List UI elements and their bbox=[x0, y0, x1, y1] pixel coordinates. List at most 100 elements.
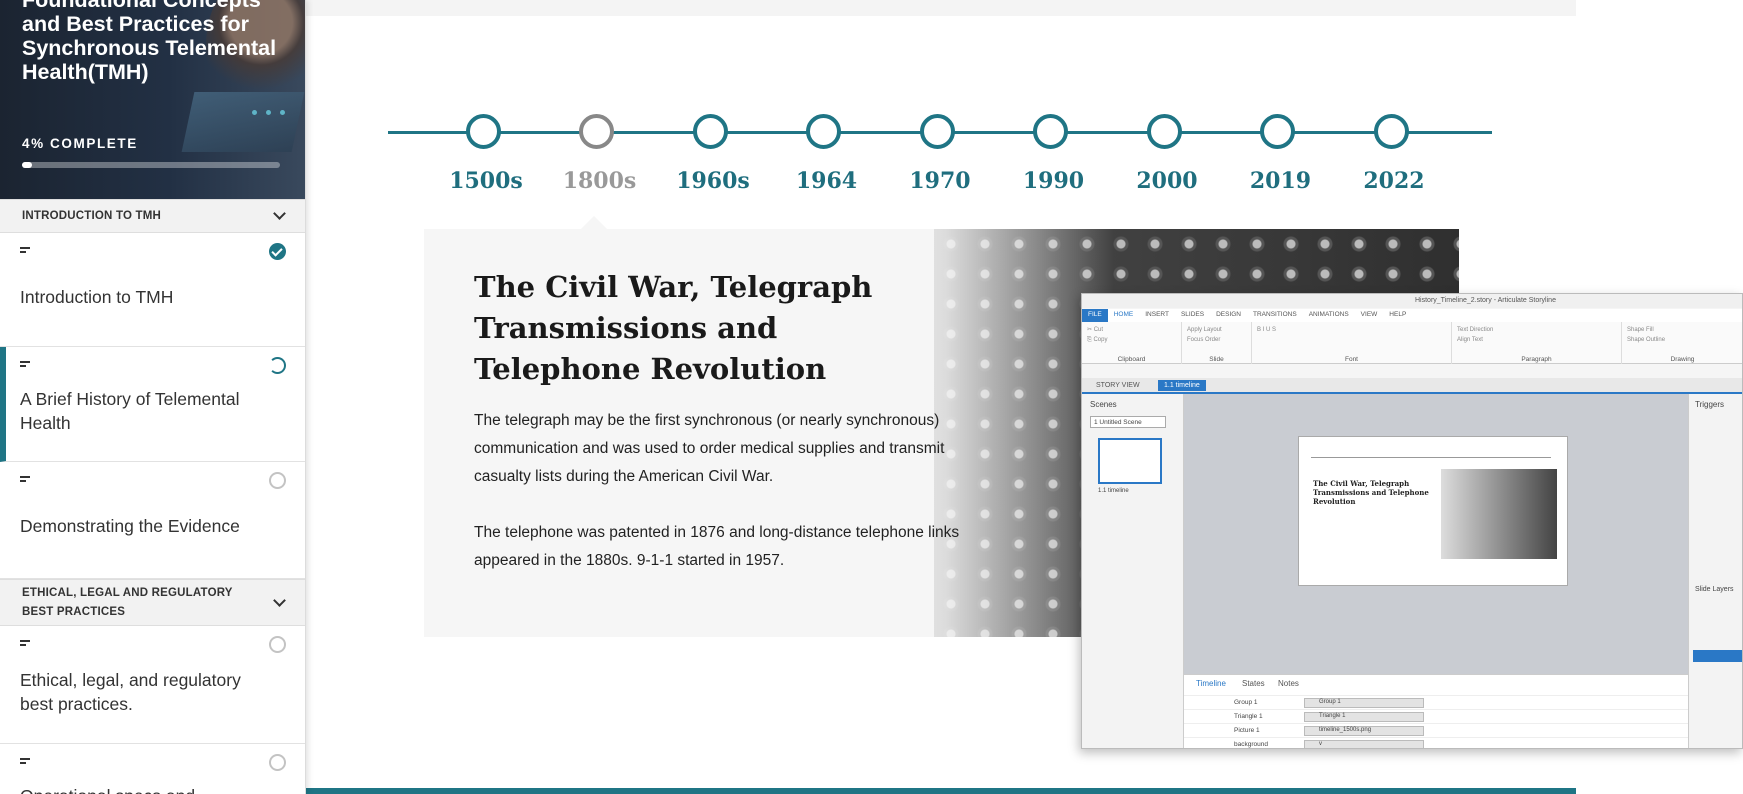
lesson-text-icon bbox=[20, 247, 31, 255]
ribbon-tab: FILE bbox=[1082, 309, 1108, 322]
lesson-text-icon bbox=[20, 640, 31, 648]
ribbon-group-drawing: Shape Fill Shape Outline Drawing bbox=[1622, 322, 1742, 364]
timeline-row: Group 1 Group 1 bbox=[1184, 695, 1688, 710]
card-paragraph-1: The telegraph may be the first synchrono… bbox=[474, 412, 945, 485]
ribbon-tab: TRANSITIONS bbox=[1253, 311, 1297, 318]
lesson-text-icon bbox=[20, 758, 31, 766]
lesson-title: Operational specs and bbox=[20, 784, 270, 794]
timeline-year-label[interactable]: 2019 bbox=[1221, 168, 1341, 194]
storyline-scenes-panel: Scenes 1 Untitled Scene 1.1 timeline bbox=[1082, 394, 1184, 748]
timeline-row-bar: v bbox=[1304, 740, 1424, 748]
storyline-ribbon: ✂ Cut ⎘ Copy Clipboard Apply Layout Focus O… bbox=[1082, 322, 1742, 364]
slide-preview-photo bbox=[1441, 469, 1557, 559]
timeline-year-label[interactable]: 1500s bbox=[426, 168, 546, 194]
storyline-triggers-panel: Triggers Slide Layers bbox=[1688, 394, 1742, 748]
timeline-year-label[interactable]: 2000 bbox=[1107, 168, 1227, 194]
timeline-node-1970[interactable] bbox=[919, 114, 955, 149]
progress-label: 4% COMPLETE bbox=[22, 136, 138, 151]
timeline-row-bar: Group 1 bbox=[1304, 698, 1424, 708]
storyline-window-title: History_Timeline_2.story - Articulate St… bbox=[1415, 297, 1556, 304]
progress-bar bbox=[22, 162, 280, 168]
slide-thumbnail-label: 1.1 timeline bbox=[1098, 488, 1129, 494]
storyline-ribbon-tabs: FILE HOME INSERT SLIDES DESIGN TRANSITIONS ANI… bbox=[1082, 309, 1742, 322]
timeline-year-label[interactable]: 1990 bbox=[994, 168, 1114, 194]
lesson-title: A Brief History of Telemental Health bbox=[20, 389, 240, 433]
ribbon-group-clipboard: ✂ Cut ⎘ Copy Clipboard bbox=[1082, 322, 1182, 364]
ribbon-tab: ANIMATIONS bbox=[1308, 311, 1349, 318]
timeline-slide-tab: 1.1 timeline bbox=[1158, 380, 1206, 391]
bottom-bar bbox=[306, 788, 1576, 794]
card-pointer bbox=[580, 216, 608, 230]
hero-dots bbox=[252, 110, 285, 115]
course-hero: Foundational Concepts and Best Practices… bbox=[0, 0, 305, 199]
chevron-down-icon bbox=[273, 593, 286, 607]
timeline-row: Triangle 1 Triangle 1 bbox=[1184, 709, 1688, 724]
scene-select: 1 Untitled Scene bbox=[1090, 416, 1166, 428]
lesson-title: Ethical, legal, and regulatory best prac… bbox=[20, 670, 241, 714]
timeline-row-name: background bbox=[1234, 741, 1268, 748]
hero-laptop-image bbox=[181, 92, 305, 152]
timeline-year-label[interactable]: 1970 bbox=[880, 168, 1000, 194]
ribbon-group-paragraph: Text Direction Align Text Paragraph bbox=[1452, 322, 1622, 364]
timeline-node-1800s[interactable] bbox=[579, 114, 614, 149]
timeline-node-1960s[interactable] bbox=[692, 114, 728, 149]
scenes-label: Scenes bbox=[1090, 400, 1117, 409]
progress-fill bbox=[22, 162, 33, 168]
complete-check-icon bbox=[269, 243, 286, 260]
lesson-demonstrating-evidence[interactable]: Demonstrating the Evidence bbox=[0, 462, 305, 579]
slide-thumbnail bbox=[1098, 438, 1162, 484]
timeline-row-name: Triangle 1 bbox=[1234, 713, 1263, 720]
storyline-timeline-panel: Timeline States Notes Group 1 Group 1 Tria… bbox=[1184, 674, 1688, 748]
lesson-introduction-to-tmh[interactable]: Introduction to TMH bbox=[0, 233, 305, 347]
ribbon-group-slide: Apply Layout Focus Order Slide bbox=[1182, 322, 1252, 364]
section-header-introduction[interactable]: INTRODUCTION TO TMH bbox=[0, 199, 305, 233]
storyline-screenshot: History_Timeline_2.story - Articulate St… bbox=[1081, 293, 1743, 749]
section-label: INTRODUCTION TO TMH bbox=[22, 209, 162, 222]
storyline-canvas: The Civil War, Telegraph Transmissions a… bbox=[1184, 394, 1688, 674]
lesson-operational-specs[interactable]: Operational specs and bbox=[0, 744, 305, 794]
storyline-view-tabs: STORY VIEW 1.1 timeline bbox=[1082, 378, 1742, 394]
ribbon-tab: DESIGN bbox=[1216, 311, 1241, 318]
ribbon-group-font: B I U S Font bbox=[1252, 322, 1452, 364]
timeline-year-label[interactable]: 1960s bbox=[653, 168, 773, 194]
app-root: Foundational Concepts and Best Practices… bbox=[0, 0, 1743, 794]
timeline-row-bar: timeline_1500s.png bbox=[1304, 726, 1424, 736]
triggers-label: Triggers bbox=[1695, 400, 1725, 409]
storyline-titlebar: History_Timeline_2.story - Articulate St… bbox=[1082, 294, 1742, 308]
timeline-node-2022[interactable] bbox=[1373, 114, 1409, 149]
slide-preview: The Civil War, Telegraph Transmissions a… bbox=[1298, 436, 1568, 586]
top-bar bbox=[306, 0, 1576, 16]
ribbon-tab: VIEW bbox=[1360, 311, 1378, 318]
not-started-icon bbox=[269, 472, 286, 489]
lesson-ethical-legal[interactable]: Ethical, legal, and regulatory best prac… bbox=[0, 626, 305, 744]
lesson-brief-history[interactable]: A Brief History of Telemental Health bbox=[0, 347, 305, 462]
timeline-row: background v bbox=[1184, 737, 1688, 748]
section-header-ethical-legal[interactable]: ETHICAL, LEGAL AND REGULATORY BEST PRACT… bbox=[0, 579, 305, 626]
ribbon-tab: HOME bbox=[1113, 311, 1134, 318]
timeline-row: Picture 1 timeline_1500s.png bbox=[1184, 723, 1688, 738]
lesson-text-icon bbox=[20, 361, 31, 369]
section-label: ETHICAL, LEGAL AND REGULATORY BEST PRACT… bbox=[22, 586, 233, 618]
timeline-row-name: Picture 1 bbox=[1234, 727, 1260, 734]
timeline-row-name: Group 1 bbox=[1234, 699, 1258, 706]
timeline-node-1990[interactable] bbox=[1033, 114, 1068, 149]
timeline-node-2019[interactable] bbox=[1260, 114, 1295, 149]
timeline-year-label[interactable]: 1800s bbox=[540, 168, 660, 194]
lesson-title: Demonstrating the Evidence bbox=[20, 516, 240, 536]
in-progress-icon bbox=[269, 357, 286, 374]
course-title: Foundational Concepts and Best Practices… bbox=[22, 0, 277, 84]
slide-layers-label: Slide Layers bbox=[1695, 586, 1734, 593]
timeline-year-label[interactable]: 2022 bbox=[1334, 168, 1454, 194]
card-paragraph-2: The telephone was patented in 1876 and l… bbox=[474, 524, 960, 569]
story-view-tab: STORY VIEW bbox=[1096, 382, 1140, 389]
lesson-title: Introduction to TMH bbox=[20, 287, 174, 307]
timeline-node-1500s[interactable] bbox=[465, 114, 501, 149]
ribbon-tab: HELP bbox=[1389, 311, 1407, 318]
timeline-node-1964[interactable] bbox=[806, 114, 841, 149]
lesson-text-icon bbox=[20, 476, 31, 484]
ribbon-tab: INSERT bbox=[1145, 311, 1169, 318]
timeline-node-2000[interactable] bbox=[1146, 114, 1182, 149]
chevron-down-icon bbox=[273, 207, 286, 220]
timeline-row-bar: Triangle 1 bbox=[1304, 712, 1424, 722]
timeline-year-label[interactable]: 1964 bbox=[767, 168, 887, 194]
